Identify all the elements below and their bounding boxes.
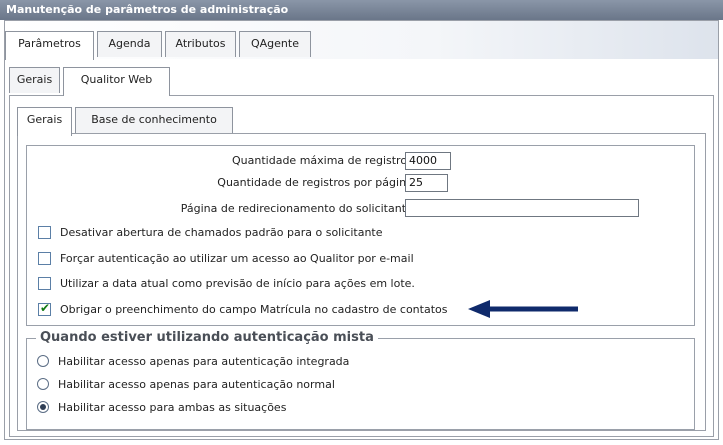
settings-form: Quantidade máxima de registros : 4000 Qu…	[26, 145, 695, 326]
innertab-gerais[interactable]: Gerais	[17, 107, 72, 136]
window-title: Manutenção de parâmetros de administraçã…	[0, 0, 723, 20]
checkbox-label: Desativar abertura de chamados padrão pa…	[60, 225, 383, 239]
mixed-auth-group: Quando estiver utilizando autenticação m…	[26, 330, 695, 430]
radio-label: Habilitar acesso apenas para autenticaçã…	[58, 377, 335, 391]
radio-label: Habilitar acesso apenas para autenticaçã…	[58, 354, 350, 368]
max-records-label: Quantidade máxima de registros :	[232, 154, 420, 167]
left-arrow-icon	[468, 300, 578, 318]
tab-parametros[interactable]: Parâmetros	[5, 31, 94, 60]
radio-row-integrated-auth[interactable]: Habilitar acesso apenas para autenticaçã…	[37, 353, 349, 369]
redirect-page-label: Página de redirecionamento do solicitant…	[180, 202, 420, 215]
checkbox-label: Obrigar o preenchimento do campo Matrícu…	[60, 302, 448, 316]
redirect-page-input[interactable]	[405, 199, 639, 217]
tab-qagente[interactable]: QAgente	[239, 31, 311, 57]
checkbox[interactable]	[38, 276, 51, 290]
checkmark-icon: ✔	[40, 300, 51, 315]
records-per-page-label: Quantidade de registros por página :	[217, 176, 420, 189]
main-tab-bar: Parâmetros Agenda Atributos QAgente	[5, 21, 718, 60]
checkbox[interactable]	[38, 251, 51, 265]
checkbox-label: Utilizar a data atual como previsão de i…	[60, 276, 415, 290]
tab-atributos[interactable]: Atributos	[165, 31, 236, 57]
innertab-base-de-conhecimento[interactable]: Base de conhecimento	[75, 107, 233, 133]
radio-button[interactable]	[37, 378, 49, 390]
max-records-input[interactable]: 4000	[405, 152, 451, 170]
checkbox-checked[interactable]: ✔	[38, 300, 51, 316]
radio-button-selected[interactable]	[37, 401, 49, 413]
subtab-qualitor-web[interactable]: Qualitor Web	[63, 67, 170, 96]
tab-agenda[interactable]: Agenda	[97, 31, 162, 57]
checkbox-row-require-registration[interactable]: ✔ Obrigar o preenchimento do campo Matrí…	[38, 301, 447, 317]
radio-button[interactable]	[37, 355, 49, 367]
mixed-auth-legend: Quando estiver utilizando autenticação m…	[36, 330, 378, 345]
records-per-page-input[interactable]: 25	[405, 174, 448, 192]
radio-row-normal-auth[interactable]: Habilitar acesso apenas para autenticaçã…	[37, 376, 335, 392]
checkbox-row-force-email-auth[interactable]: Forçar autenticação ao utilizar um acess…	[38, 250, 414, 266]
checkbox-row-disable-default-tickets[interactable]: Desativar abertura de chamados padrão pa…	[38, 224, 383, 240]
checkbox-label: Forçar autenticação ao utilizar um acess…	[60, 251, 414, 265]
radio-dot-icon	[40, 404, 46, 410]
radio-label: Habilitar acesso para ambas as situações	[58, 400, 287, 414]
subtab-gerais[interactable]: Gerais	[9, 67, 60, 93]
radio-row-both[interactable]: Habilitar acesso para ambas as situações	[37, 399, 286, 415]
checkbox-row-current-date-forecast[interactable]: Utilizar a data atual como previsão de i…	[38, 275, 415, 291]
checkbox[interactable]	[38, 225, 51, 239]
